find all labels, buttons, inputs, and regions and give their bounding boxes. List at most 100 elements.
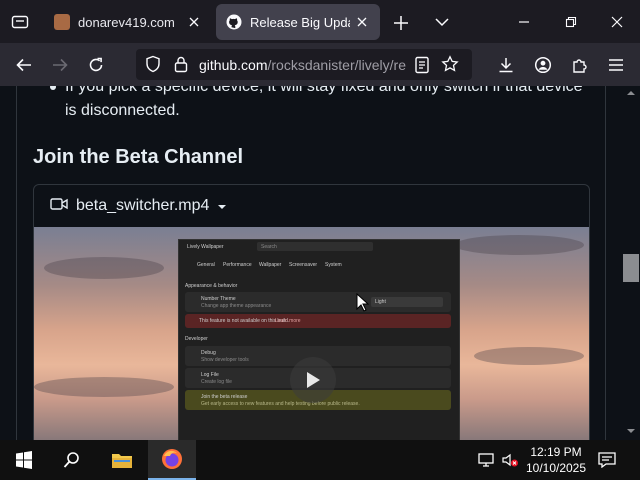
- account-icon: [534, 56, 552, 74]
- volume-muted-icon: [502, 453, 518, 467]
- app-nav-wallpaper: Wallpaper: [259, 262, 282, 268]
- app-row-subtitle: Show developer tools: [201, 357, 249, 363]
- page-content: If you pick a specific device, it will s…: [0, 86, 622, 440]
- url-domain: github.com: [199, 57, 268, 73]
- app-warning-banner: This feature is not available on this bu…: [185, 314, 451, 328]
- notification-icon: [598, 452, 616, 468]
- firefox-icon: [162, 449, 182, 469]
- section-heading: Join the Beta Channel: [33, 146, 244, 168]
- windows-logo-icon: [16, 451, 32, 469]
- app-window-screenshot: Lively Wallpaper Search General Performa…: [178, 239, 460, 440]
- app-row-title: Log File: [201, 372, 219, 378]
- restore-icon: [565, 16, 577, 28]
- bullet-text: If you pick a specific device, it will s…: [65, 86, 583, 119]
- url-path: /rocksdanister/lively/re: [267, 57, 406, 73]
- download-icon: [499, 58, 513, 73]
- tab-overview-icon: [11, 15, 29, 28]
- clock-time: 12:19 PM: [530, 445, 582, 459]
- windows-taskbar: 12:19 PM 10/10/2025: [0, 440, 640, 480]
- app-section-appearance: Appearance & behavior: [185, 283, 238, 289]
- reader-view-icon[interactable]: [414, 56, 430, 79]
- app-nav-general: General: [197, 262, 215, 268]
- bookmark-star-icon[interactable]: [441, 55, 459, 78]
- caret-down-icon[interactable]: [217, 197, 227, 215]
- site-favicon-icon: [54, 14, 70, 30]
- app-row-title: Debug: [201, 350, 216, 356]
- file-explorer-button[interactable]: [98, 440, 146, 480]
- network-tray[interactable]: [472, 440, 500, 480]
- minimize-icon: [519, 21, 529, 23]
- page-scrollbar[interactable]: [622, 86, 640, 440]
- clock-date: 10/10/2025: [525, 461, 587, 475]
- app-row-theme: Number Theme Change app theme appearance…: [185, 292, 451, 312]
- network-icon: [478, 453, 494, 467]
- extensions-button[interactable]: [567, 52, 593, 78]
- video-player[interactable]: Lively Wallpaper Search General Performa…: [34, 227, 589, 440]
- list-tabs-dropdown[interactable]: [432, 12, 452, 32]
- volume-tray[interactable]: [498, 440, 522, 480]
- tab-donarev[interactable]: donarev419.com: [44, 4, 212, 40]
- mouse-cursor-icon: [356, 293, 370, 312]
- account-button[interactable]: [530, 52, 556, 78]
- list-all-tabs-button[interactable]: [0, 0, 40, 43]
- puzzle-icon: [573, 59, 587, 73]
- app-nav-screensaver: Screensaver: [289, 262, 318, 268]
- app-row-subtitle: Change app theme appearance: [201, 303, 272, 309]
- app-row-subtitle: Create log file: [201, 379, 232, 385]
- url-text[interactable]: github.com/rocksdanister/lively/re: [199, 57, 407, 73]
- arrow-right-icon: [53, 58, 68, 72]
- minimize-button[interactable]: [512, 10, 536, 34]
- video-camera-icon: [50, 197, 68, 216]
- app-search-placeholder: Search: [261, 244, 277, 250]
- play-icon: [307, 372, 320, 388]
- forward-button[interactable]: [47, 52, 73, 78]
- scroll-down-icon[interactable]: [626, 428, 636, 434]
- app-theme-value: Light: [375, 299, 386, 305]
- tab-title: donarev419.com: [78, 14, 175, 30]
- video-filename: beta_switcher.mp4: [76, 197, 210, 214]
- shield-icon[interactable]: [144, 55, 162, 78]
- scroll-thumb[interactable]: [623, 254, 639, 282]
- app-search-box: Search: [257, 242, 373, 251]
- app-row-title: Number Theme: [201, 296, 236, 302]
- reload-icon: [89, 57, 103, 72]
- chevron-down-icon: [435, 18, 449, 27]
- address-bar[interactable]: github.com/rocksdanister/lively/re: [136, 49, 472, 80]
- arrow-left-icon: [16, 58, 31, 72]
- plus-icon: [394, 16, 408, 30]
- video-header[interactable]: beta_switcher.mp4: [34, 185, 589, 227]
- close-tab-icon[interactable]: [186, 14, 202, 30]
- app-nav-system: System: [325, 262, 342, 268]
- start-button[interactable]: [0, 440, 48, 480]
- restore-button[interactable]: [559, 10, 583, 34]
- play-button[interactable]: [290, 357, 336, 403]
- app-nav-performance: Performance: [223, 262, 252, 268]
- video-attachment: beta_switcher.mp4 Lively Wallpaper Searc…: [33, 184, 590, 440]
- lock-icon[interactable]: [173, 55, 189, 78]
- app-menu-button[interactable]: [603, 52, 629, 78]
- notifications-button[interactable]: [594, 440, 620, 480]
- tab-title: Release Big Update ·: [250, 14, 350, 30]
- app-warning-link: Learn more: [275, 318, 301, 324]
- app-section-developer: Developer: [185, 336, 208, 342]
- taskbar-clock[interactable]: 12:19 PM 10/10/2025: [520, 444, 592, 476]
- close-window-button[interactable]: [605, 10, 629, 34]
- tab-github-release[interactable]: Release Big Update ·: [216, 4, 380, 40]
- folder-icon: [112, 454, 132, 468]
- app-row-title: Join the beta release: [201, 394, 248, 400]
- search-button[interactable]: [48, 440, 96, 480]
- new-tab-button[interactable]: [390, 12, 412, 34]
- firefox-taskbar-button[interactable]: [148, 440, 196, 480]
- app-title: Lively Wallpaper: [187, 244, 224, 250]
- close-tab-icon[interactable]: [354, 14, 370, 30]
- back-button[interactable]: [11, 52, 37, 78]
- hamburger-menu-icon: [609, 59, 623, 71]
- search-icon: [63, 452, 79, 468]
- close-icon: [611, 16, 623, 28]
- github-icon: [226, 14, 242, 30]
- app-row-subtitle: Get early access to new features and hel…: [201, 401, 360, 407]
- downloads-button[interactable]: [493, 52, 519, 78]
- scroll-up-icon[interactable]: [626, 90, 636, 96]
- app-theme-dropdown: Light: [371, 297, 443, 307]
- reload-button[interactable]: [83, 52, 109, 78]
